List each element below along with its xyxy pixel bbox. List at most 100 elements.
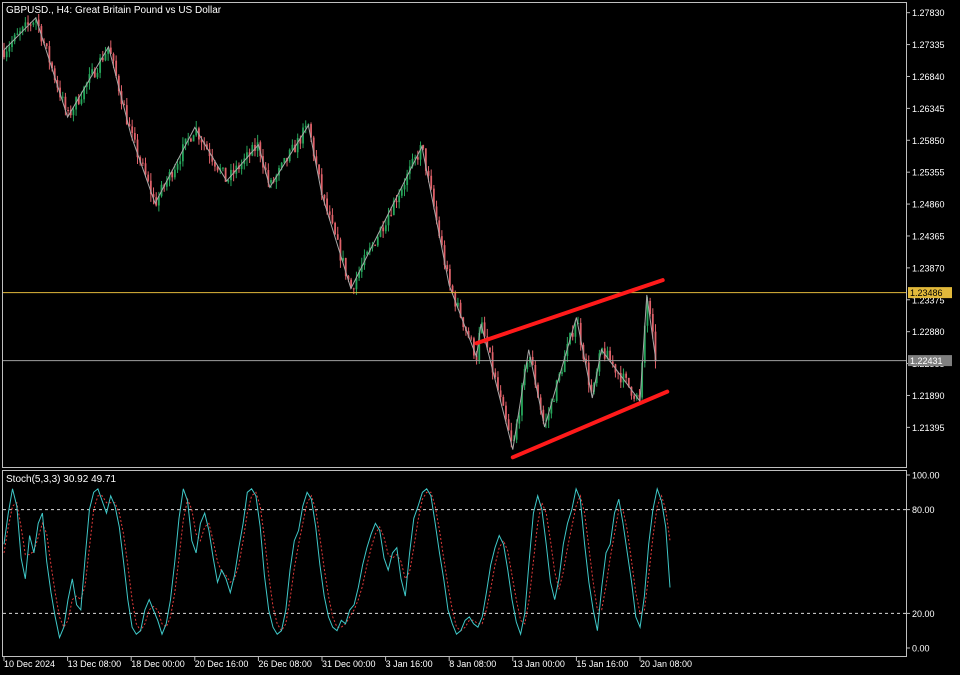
osc-tick-label: 100.00 bbox=[912, 471, 940, 481]
candle-body bbox=[173, 169, 176, 178]
candle-body bbox=[181, 144, 184, 162]
candle-body bbox=[403, 185, 406, 190]
candle-body bbox=[336, 234, 339, 240]
candle-body bbox=[633, 395, 636, 399]
candle-body bbox=[291, 144, 294, 150]
time-tick-label: 18 Dec 00:00 bbox=[131, 659, 185, 669]
candle-body bbox=[561, 372, 563, 374]
horizontal-level-label: 1.23486 bbox=[910, 288, 943, 298]
candle-body bbox=[331, 214, 334, 223]
candle-body bbox=[131, 126, 134, 134]
candle-body bbox=[296, 138, 299, 153]
candle-body bbox=[72, 109, 75, 116]
candle-body bbox=[390, 214, 393, 216]
bid-price-tag: 1.22431 bbox=[908, 355, 952, 367]
candle-body bbox=[382, 227, 385, 232]
time-tick-label: 31 Dec 00:00 bbox=[322, 659, 376, 669]
candle-body bbox=[328, 211, 331, 215]
price-panel[interactable] bbox=[2, 2, 907, 468]
candle-body bbox=[176, 164, 179, 170]
candle-body bbox=[104, 53, 107, 61]
symbol-name: GBPUSD. bbox=[6, 5, 51, 16]
time-tick-label: 8 Jan 08:00 bbox=[449, 659, 496, 669]
candle-body bbox=[574, 324, 577, 337]
time-tick-label: 13 Jan 00:00 bbox=[513, 659, 565, 669]
time-tick-label: 20 Jan 08:00 bbox=[640, 659, 692, 669]
candle-body bbox=[190, 138, 192, 142]
price-tick-label: 1.27830 bbox=[912, 8, 945, 18]
horizontal-level-tag: 1.23486 bbox=[908, 287, 952, 299]
osc-tick-label: 80.00 bbox=[912, 505, 935, 515]
candle-body bbox=[334, 222, 336, 235]
candle-body bbox=[24, 22, 27, 27]
candle-body bbox=[61, 96, 64, 98]
candle-body bbox=[67, 110, 69, 112]
candle-body bbox=[5, 51, 8, 58]
candle-body bbox=[144, 163, 147, 175]
time-tick-label: 20 Dec 16:00 bbox=[195, 659, 249, 669]
candle-body bbox=[141, 162, 144, 164]
candle-body bbox=[395, 200, 398, 203]
candle-body bbox=[270, 180, 272, 183]
candle-body bbox=[553, 400, 555, 402]
candle-body bbox=[32, 22, 35, 25]
candle-body bbox=[318, 164, 320, 175]
stochastic-indicator-name: Stoch(5,3,3) bbox=[6, 474, 60, 485]
price-tick-label: 1.25850 bbox=[912, 136, 945, 146]
candle-body bbox=[625, 373, 628, 378]
time-tick-label: 26 Dec 08:00 bbox=[258, 659, 312, 669]
candle-body bbox=[147, 174, 150, 181]
candle-body bbox=[323, 194, 326, 199]
stochastic-header: Stoch(5,3,3) 30.92 49.71 bbox=[6, 474, 117, 485]
candle-body bbox=[384, 225, 387, 232]
candle-body bbox=[502, 397, 505, 406]
price-tick-label: 1.25355 bbox=[912, 168, 945, 178]
candle-body bbox=[446, 265, 449, 269]
candle-body bbox=[192, 135, 195, 142]
time-tick-label: 15 Jan 16:00 bbox=[576, 659, 628, 669]
price-tick-label: 1.24365 bbox=[912, 231, 945, 241]
candle-body bbox=[27, 22, 29, 25]
stochastic-values: 30.92 49.71 bbox=[63, 474, 116, 485]
candle-body bbox=[304, 125, 307, 128]
candle-body bbox=[505, 405, 507, 420]
time-tick-label: 10 Dec 2024 bbox=[4, 659, 55, 669]
price-tick-label: 1.23870 bbox=[912, 263, 945, 273]
bid-price-label: 1.22431 bbox=[910, 356, 943, 366]
candle-body bbox=[387, 214, 390, 226]
candle-body bbox=[80, 99, 83, 104]
candle-body bbox=[470, 337, 473, 339]
candle-body bbox=[179, 161, 182, 165]
candle-body bbox=[45, 43, 48, 47]
price-tick-label: 1.26345 bbox=[912, 104, 945, 114]
candle-body bbox=[374, 244, 377, 246]
candle-body bbox=[352, 288, 355, 290]
time-tick-label: 13 Dec 08:00 bbox=[68, 659, 122, 669]
candle-body bbox=[651, 313, 654, 332]
price-tick-label: 1.22880 bbox=[912, 327, 945, 337]
candle-body bbox=[3, 50, 5, 58]
price-tick-label: 1.21890 bbox=[912, 391, 945, 401]
candle-body bbox=[96, 72, 99, 78]
candle-body bbox=[400, 189, 403, 196]
candle-body bbox=[489, 347, 491, 353]
candle-body bbox=[29, 24, 32, 26]
candle-body bbox=[518, 415, 521, 424]
candle-body bbox=[8, 47, 11, 52]
price-tick-label: 1.27335 bbox=[912, 40, 945, 50]
stochastic-axis: 100.00 80.00 20.00 0.00 bbox=[906, 471, 940, 654]
candle-body bbox=[430, 175, 433, 189]
timeframe-label: H4 bbox=[57, 5, 70, 16]
candle-body bbox=[376, 236, 379, 246]
price-axis[interactable]: 1.27830 1.27335 1.26840 1.26345 1.25850 1.253… bbox=[906, 8, 945, 433]
candle-body bbox=[133, 133, 136, 140]
time-tick-label: 3 Jan 16:00 bbox=[386, 659, 433, 669]
chart-header: GBPUSD., H4: Great Britain Pound vs US D… bbox=[6, 5, 222, 16]
price-tick-label: 1.26840 bbox=[912, 72, 945, 82]
candle-body bbox=[499, 390, 502, 398]
chart-window[interactable]: 1.27830 1.27335 1.26840 1.26345 1.25850 1.253… bbox=[0, 0, 960, 675]
candle-body bbox=[416, 157, 419, 160]
price-tick-label: 1.24860 bbox=[912, 200, 945, 210]
time-axis[interactable]: 10 Dec 2024 13 Dec 08:00 18 Dec 00:00 20 De… bbox=[3, 657, 692, 669]
price-tick-label: 1.21395 bbox=[912, 423, 945, 433]
